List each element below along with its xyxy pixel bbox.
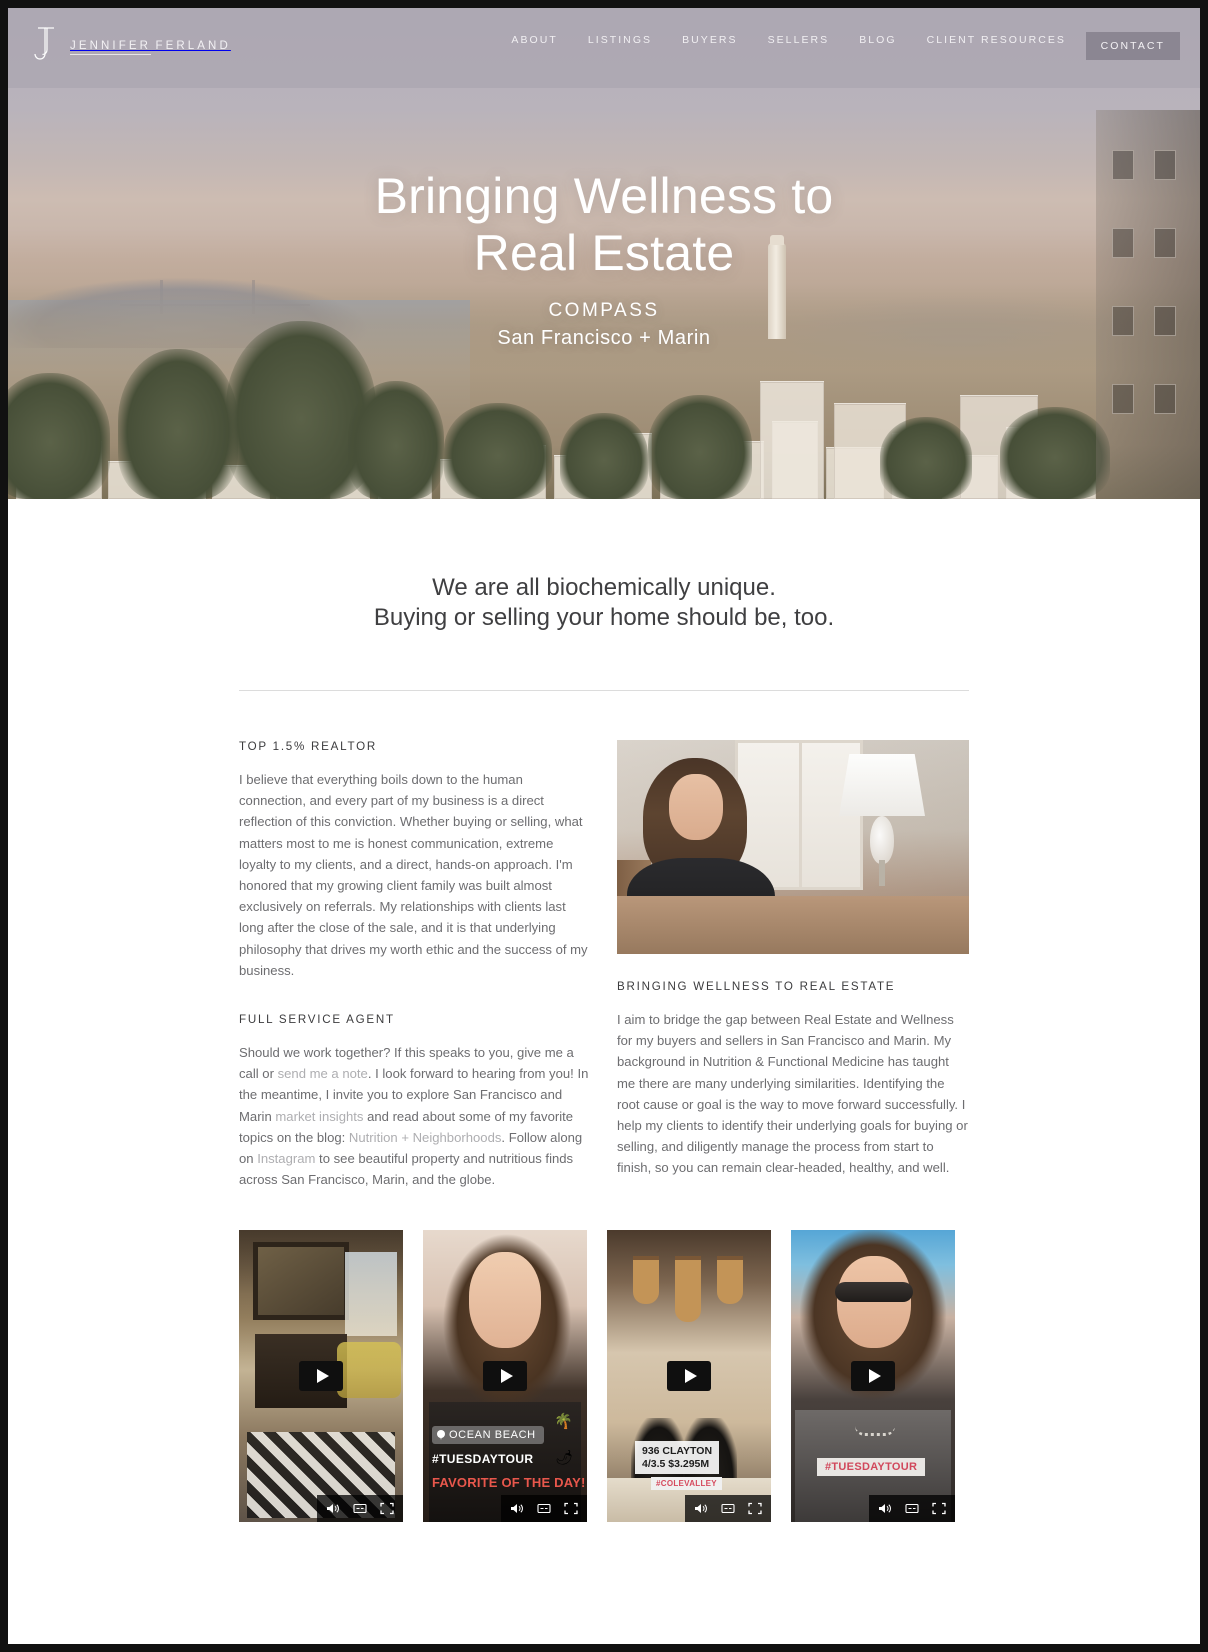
- jj-monogram-icon: [34, 25, 60, 65]
- tagline-line-1: We are all biochemically unique.: [432, 574, 776, 601]
- kicker-bringing-wellness: BRINGING WELLNESS TO REAL ESTATE: [617, 979, 896, 993]
- tagline-line-2: Buying or selling your home should be, t…: [373, 604, 835, 632]
- hashtag-overlay: #TUESDAYTOUR: [432, 1452, 534, 1467]
- location-label: OCEAN BEACH: [449, 1429, 536, 1442]
- video-thumbnail-2[interactable]: OCEAN BEACH #TUESDAYTOUR FAVORITE OF THE…: [423, 1230, 587, 1523]
- tagline-block: We are all biochemically unique. Buying …: [0, 499, 1208, 634]
- video-thumbnail-3[interactable]: 936 CLAYTON 4/3.5 $3.295M #COLEVALLEY: [607, 1230, 771, 1523]
- nav-item-listings[interactable]: LISTINGS: [588, 34, 652, 46]
- nav-item-client-resources[interactable]: CLIENT RESOURCES: [927, 34, 1066, 46]
- fullscreen-icon[interactable]: [564, 1502, 578, 1515]
- hashtag-overlay: #TUESDAYTOUR: [817, 1458, 926, 1477]
- brand-line-2: FERLAND: [155, 40, 231, 52]
- main-content: We are all biochemically unique. Buying …: [0, 499, 1208, 1617]
- volume-icon[interactable]: [510, 1502, 524, 1515]
- nav-item-about[interactable]: ABOUT: [511, 34, 557, 46]
- video-gallery: OCEAN BEACH #TUESDAYTOUR FAVORITE OF THE…: [239, 1190, 969, 1582]
- site-header: JENNIFER FERLAND ABOUT LISTINGS BUYERS S…: [0, 0, 1208, 88]
- listing-address-line-2: 4/3.5 $3.295M: [642, 1457, 710, 1470]
- brand-wordmark: JENNIFER FERLAND: [70, 35, 231, 55]
- hero-text-block: Bringing Wellness to Real Estate COMPASS…: [0, 168, 1208, 350]
- paragraph-work-together: Should we work together? If this speaks …: [239, 1042, 591, 1190]
- listing-address-overlay: 936 CLAYTON 4/3.5 $3.295M: [635, 1440, 720, 1475]
- video-thumbnail-1[interactable]: [239, 1230, 403, 1523]
- favorite-overlay: FAVORITE OF THE DAY!: [432, 1475, 586, 1491]
- fullscreen-icon[interactable]: [932, 1502, 946, 1515]
- video-controls-3: [685, 1495, 771, 1523]
- play-icon[interactable]: [667, 1361, 711, 1392]
- kicker-full-service-agent: FULL SERVICE AGENT: [239, 1012, 395, 1026]
- video-controls-4: [869, 1495, 955, 1523]
- page-root: JENNIFER FERLAND ABOUT LISTINGS BUYERS S…: [0, 0, 1208, 1652]
- video-thumbnail-4[interactable]: #TUESDAYTOUR: [791, 1230, 955, 1523]
- kicker-top-realtor: TOP 1.5% REALTOR: [239, 739, 377, 753]
- fullscreen-icon[interactable]: [748, 1502, 762, 1515]
- link-instagram[interactable]: Instagram: [257, 1151, 315, 1166]
- play-icon[interactable]: [851, 1361, 895, 1392]
- paragraph-about: I believe that everything boils down to …: [239, 771, 588, 978]
- link-nutrition-neighborhoods[interactable]: Nutrition + Neighborhoods: [349, 1130, 502, 1145]
- hero-section: JENNIFER FERLAND ABOUT LISTINGS BUYERS S…: [0, 0, 1208, 499]
- volume-icon[interactable]: [878, 1502, 892, 1515]
- captions-icon[interactable]: [353, 1502, 367, 1515]
- video-controls-2: [501, 1495, 587, 1523]
- pepper-icon: 🌶: [555, 1449, 573, 1466]
- footer-spacer: [0, 1582, 1208, 1617]
- link-market-insights[interactable]: market insights: [275, 1109, 363, 1124]
- listing-address-line-1: 936 CLAYTON: [642, 1444, 713, 1457]
- play-icon[interactable]: [299, 1361, 343, 1392]
- hero-title-line-2: Real Estate: [473, 225, 735, 281]
- right-column: BRINGING WELLNESS TO REAL ESTATE I aim t…: [617, 739, 969, 1190]
- brand-logo[interactable]: JENNIFER FERLAND: [34, 25, 231, 65]
- fullscreen-icon[interactable]: [380, 1502, 394, 1515]
- nav-item-sellers[interactable]: SELLERS: [768, 34, 830, 46]
- location-badge: OCEAN BEACH: [432, 1426, 544, 1445]
- volume-icon[interactable]: [694, 1502, 708, 1515]
- contact-button[interactable]: CONTACT: [1085, 32, 1180, 60]
- hero-brokerage: COMPASS: [548, 300, 660, 321]
- link-send-me-a-note[interactable]: send me a note: [278, 1066, 368, 1081]
- left-column: TOP 1.5% REALTOR I believe that everythi…: [239, 740, 591, 1190]
- captions-icon[interactable]: [905, 1502, 919, 1515]
- main-navigation: ABOUT LISTINGS BUYERS SELLERS BLOG CLIEN…: [511, 34, 1066, 46]
- play-icon[interactable]: [483, 1361, 527, 1392]
- palm-tree-icon: 🌴: [554, 1413, 573, 1431]
- volume-icon[interactable]: [326, 1502, 340, 1515]
- captions-icon[interactable]: [537, 1502, 551, 1515]
- nav-item-buyers[interactable]: BUYERS: [682, 34, 737, 46]
- agent-headshot-photo: [617, 739, 969, 954]
- hero-title-line-1: Bringing Wellness to: [374, 168, 834, 224]
- location-pin-icon: [437, 1430, 445, 1441]
- two-column-layout: TOP 1.5% REALTOR I believe that everythi…: [239, 691, 969, 1190]
- paragraph-wellness: I aim to bridge the gap between Real Est…: [617, 1011, 968, 1176]
- video-controls-1: [317, 1495, 403, 1523]
- captions-icon[interactable]: [721, 1502, 735, 1515]
- neighborhood-tag-overlay: #COLEVALLEY: [651, 1477, 722, 1491]
- hero-market-area: San Francisco + Marin: [497, 327, 711, 349]
- nav-item-blog[interactable]: BLOG: [859, 34, 896, 46]
- brand-line-1: JENNIFER: [70, 40, 152, 55]
